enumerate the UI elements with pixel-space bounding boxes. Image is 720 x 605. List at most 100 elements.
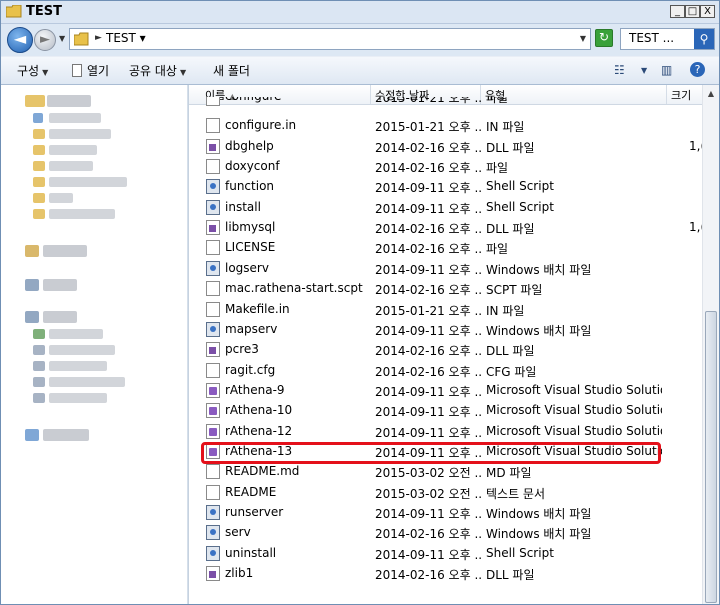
table-row[interactable]: LICENSE 2014-02-16 오후 ... 파일 — [189, 238, 702, 258]
blurred-tree-item[interactable] — [33, 145, 45, 155]
share-menu[interactable]: 공유 대상 ▼ — [129, 62, 186, 79]
blurred-tree-item[interactable] — [49, 129, 111, 139]
blurred-tree-item[interactable] — [25, 429, 39, 441]
blurred-tree-item[interactable] — [49, 161, 93, 171]
file-date: 2014-09-11 오후 ... — [375, 425, 483, 440]
recent-pages-chevron-icon[interactable]: ▼ — [59, 34, 65, 43]
blurred-tree-item[interactable] — [33, 393, 45, 403]
minimize-button[interactable]: _ — [670, 5, 685, 18]
table-row[interactable]: Makefile.in 2015-01-21 오후 ... IN 파일 — [189, 300, 702, 320]
file-name: rAthena-9 — [225, 382, 285, 397]
file-date: 2014-09-11 오후 ... — [375, 323, 483, 338]
blurred-tree-item[interactable] — [25, 245, 39, 257]
batch-file-icon — [206, 525, 220, 541]
table-row[interactable]: libmysql 2014-02-16 오후 ...DLL 파일 1,( — [189, 218, 702, 238]
navigation-pane[interactable] — [1, 85, 189, 604]
file-date: 2014-02-16 오후 ... — [375, 344, 483, 359]
file-type: 파일 — [486, 97, 509, 105]
table-row[interactable]: uninstall 2014-09-11 오후 ... Shell Script — [189, 544, 702, 564]
blurred-tree-item[interactable] — [33, 361, 45, 371]
blurred-tree-item[interactable] — [49, 209, 115, 219]
file-name: libmysql — [225, 220, 276, 235]
blurred-tree-item[interactable] — [25, 279, 39, 291]
blurred-tree-item[interactable] — [33, 377, 45, 387]
generic-file-icon — [206, 97, 220, 106]
blurred-tree-item[interactable] — [25, 95, 45, 107]
search-placeholder: TEST ... — [629, 31, 675, 45]
table-row[interactable]: pcre3 2014-02-16 오후 ... DLL 파일 — [189, 340, 702, 360]
vs-solution-icon — [206, 382, 220, 398]
blurred-tree-item[interactable] — [43, 311, 77, 323]
breadcrumb-test[interactable]: TEST ▾ — [106, 31, 146, 45]
file-type: Microsoft Visual Studio Solution — [486, 423, 662, 438]
file-type: DLL 파일 — [486, 344, 535, 359]
blurred-tree-item[interactable] — [33, 177, 45, 187]
table-row[interactable]: README 2015-03-02 오전 ... 텍스트 문서 — [189, 483, 702, 503]
view-options-icon[interactable]: ☷ — [614, 63, 625, 77]
table-row[interactable]: logserv 2014-09-11 오후 ... Windows 배치 파일 — [189, 259, 702, 279]
view-dropdown-icon[interactable]: ▼ — [641, 66, 647, 75]
table-row[interactable]: mapserv 2014-09-11 오후 ... Windows 배치 파일 — [189, 320, 702, 340]
blurred-tree-item[interactable] — [47, 95, 91, 107]
table-row[interactable]: doxyconf 2014-02-16 오후 ... 파일 — [189, 157, 702, 177]
close-button[interactable]: X — [700, 5, 715, 18]
help-icon[interactable]: ? — [690, 62, 705, 77]
blurred-tree-item[interactable] — [49, 377, 125, 387]
table-row[interactable]: ragit.cfg 2014-02-16 오후 ... CFG 파일 — [189, 361, 702, 381]
table-row[interactable]: configure.in 2015-01-21 오후 ... IN 파일 — [189, 116, 702, 136]
table-row[interactable]: rAthena-9 2014-09-11 오후 ... Microsoft Visu… — [189, 381, 702, 401]
blurred-tree-item[interactable] — [33, 193, 45, 203]
search-icon[interactable]: ⚲ — [694, 29, 714, 49]
table-row[interactable]: rAthena-12 2014-09-11 오후 ... Microsoft Vis… — [189, 422, 702, 442]
table-row[interactable]: mac.rathena-start.scpt 2014-02-16 오후 ... S… — [189, 279, 702, 299]
table-row[interactable]: serv 2014-02-16 오후 ... Windows 배치 파일 — [189, 523, 702, 543]
chevron-down-icon: ▼ — [42, 68, 49, 77]
blurred-tree-item[interactable] — [25, 311, 39, 323]
table-row[interactable]: rAthena-10 2014-09-11 오후 ... Microsoft Vis… — [189, 401, 702, 421]
preview-pane-icon[interactable]: ▥ — [661, 63, 672, 77]
vertical-scrollbar[interactable]: ▲ — [702, 85, 719, 604]
maximize-button[interactable]: □ — [685, 5, 700, 18]
breadcrumb-separator-icon[interactable]: ► — [95, 33, 102, 43]
generic-file-icon — [206, 484, 220, 500]
table-row[interactable]: configure2015-01-21 오후 ...파일 — [189, 97, 702, 107]
forward-button[interactable]: ► — [34, 29, 56, 51]
blurred-tree-item[interactable] — [33, 345, 45, 355]
blurred-tree-item[interactable] — [49, 361, 107, 371]
blurred-tree-item[interactable] — [49, 345, 115, 355]
open-button[interactable]: 열기 — [72, 62, 109, 79]
table-row[interactable]: function 2014-09-11 오후 ... Shell Script — [189, 177, 702, 197]
blurred-tree-item[interactable] — [49, 393, 107, 403]
table-row[interactable]: install 2014-09-11 오후 ... Shell Script — [189, 198, 702, 218]
blurred-tree-item[interactable] — [49, 329, 103, 339]
table-row[interactable]: README.md 2015-03-02 오전 ... MD 파일 — [189, 462, 702, 482]
blurred-tree-item[interactable] — [43, 429, 89, 441]
file-type: Windows 배치 파일 — [486, 262, 592, 277]
address-bar[interactable]: ► TEST ▾ ▼ — [69, 28, 591, 50]
scroll-thumb[interactable] — [705, 311, 717, 603]
new-folder-button[interactable]: 새 폴더 — [213, 62, 250, 79]
table-row[interactable]: dbghelp 2014-02-16 오후 ...DLL 파일 1,( — [189, 137, 702, 157]
table-row[interactable]: zlib1 2014-02-16 오후 ... DLL 파일 — [189, 564, 702, 584]
blurred-tree-item[interactable] — [49, 177, 127, 187]
blurred-tree-item[interactable] — [49, 113, 101, 123]
blurred-tree-item[interactable] — [33, 129, 45, 139]
table-row[interactable]: runserver 2014-09-11 오후 ... Windows 배치 파일 — [189, 503, 702, 523]
blurred-tree-item[interactable] — [49, 193, 73, 203]
blurred-tree-item[interactable] — [33, 161, 45, 171]
pane-divider[interactable] — [187, 85, 188, 604]
blurred-tree-item[interactable] — [49, 145, 97, 155]
blurred-tree-item[interactable] — [33, 113, 43, 123]
blurred-tree-item[interactable] — [43, 245, 87, 257]
blurred-tree-item[interactable] — [43, 279, 77, 291]
refresh-button[interactable]: ↻ — [595, 29, 613, 47]
blurred-tree-item[interactable] — [33, 209, 45, 219]
search-input[interactable]: TEST ... ⚲ — [620, 28, 715, 50]
file-date: 2015-03-02 오전 ... — [375, 466, 483, 481]
file-name: LICENSE — [225, 240, 276, 255]
blurred-tree-item[interactable] — [33, 329, 45, 339]
organize-menu[interactable]: 구성 ▼ — [17, 62, 48, 79]
scroll-up-icon[interactable]: ▲ — [703, 85, 719, 102]
back-button[interactable]: ◄ — [7, 27, 33, 53]
address-dropdown-icon[interactable]: ▼ — [580, 34, 586, 43]
